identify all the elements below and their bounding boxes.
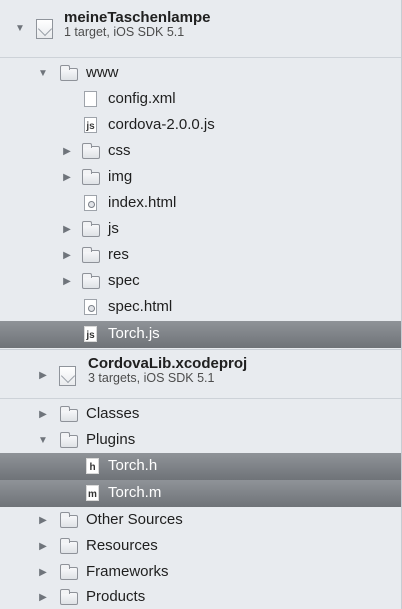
- group-label: Frameworks: [86, 563, 169, 580]
- project-subtitle: 3 targets, iOS SDK 5.1: [88, 370, 215, 385]
- tree-item-config-xml[interactable]: config.xml: [0, 86, 401, 112]
- tree-item-css[interactable]: ▶ css: [0, 138, 401, 164]
- disclosure-open-icon[interactable]: ▼: [37, 434, 49, 446]
- tree-item-label: Torch.js: [108, 325, 160, 342]
- html-file-icon: [84, 299, 97, 315]
- disclosure-closed-icon[interactable]: ▶: [61, 249, 73, 261]
- separator: [0, 349, 401, 350]
- folder-icon: [60, 406, 78, 422]
- tree-item-label: index.html: [108, 194, 177, 211]
- disclosure-open-icon[interactable]: ▼: [14, 22, 26, 34]
- group-label: Other Sources: [86, 511, 183, 528]
- group-label: Products: [86, 588, 146, 605]
- disclosure-closed-icon[interactable]: ▶: [61, 145, 73, 157]
- objc-file-icon: m: [86, 485, 99, 501]
- tree-item-www[interactable]: ▼ www: [0, 60, 401, 86]
- header-file-icon: h: [86, 458, 99, 474]
- group-resources[interactable]: ▶ Resources: [0, 533, 401, 559]
- folder-icon: [60, 589, 78, 605]
- folder-icon: [82, 169, 100, 185]
- group-products[interactable]: ▶ Products: [0, 585, 401, 609]
- tree-item-label: res: [108, 246, 129, 263]
- disclosure-closed-icon[interactable]: ▶: [37, 369, 49, 381]
- js-file-icon: js: [84, 117, 97, 133]
- folder-icon: [82, 143, 100, 159]
- tree-item-label: spec: [108, 272, 140, 289]
- disclosure-closed-icon[interactable]: ▶: [37, 408, 49, 420]
- group-frameworks[interactable]: ▶ Frameworks: [0, 559, 401, 585]
- disclosure-closed-icon[interactable]: ▶: [37, 566, 49, 578]
- tree-item-torch-js[interactable]: js Torch.js: [0, 321, 401, 348]
- project-titles: meineTaschenlampe 1 target, iOS SDK 5.1: [64, 10, 210, 39]
- file-icon: [84, 91, 97, 107]
- tree-item-label: cordova-2.0.0.js: [108, 116, 215, 133]
- group-plugins[interactable]: ▼ Plugins: [0, 427, 401, 453]
- project-title: CordovaLib.xcodeproj: [88, 355, 248, 372]
- tree-item-cordova-js[interactable]: js cordova-2.0.0.js: [0, 112, 401, 138]
- project-row-cordovalib[interactable]: ▶ CordovaLib.xcodeproj 3 targets, iOS SD…: [0, 351, 401, 399]
- folder-icon: [60, 538, 78, 554]
- tree-item-label: Torch.m: [108, 484, 162, 501]
- folder-icon: [60, 512, 78, 528]
- disclosure-closed-icon[interactable]: ▶: [37, 540, 49, 552]
- disclosure-closed-icon[interactable]: ▶: [61, 171, 73, 183]
- disclosure-closed-icon[interactable]: ▶: [37, 514, 49, 526]
- disclosure-closed-icon[interactable]: ▶: [37, 591, 49, 603]
- tree-item-torch-h[interactable]: h Torch.h: [0, 453, 401, 480]
- tree-item-js[interactable]: ▶ js: [0, 216, 401, 242]
- js-file-icon: js: [84, 326, 97, 342]
- disclosure-open-icon[interactable]: ▼: [37, 67, 49, 79]
- project-titles: CordovaLib.xcodeproj 3 targets, iOS SDK …: [88, 356, 247, 385]
- tree-item-spec[interactable]: ▶ spec: [0, 268, 401, 294]
- tree-item-res[interactable]: ▶ res: [0, 242, 401, 268]
- disclosure-closed-icon[interactable]: ▶: [61, 275, 73, 287]
- tree-item-torch-m[interactable]: m Torch.m: [0, 480, 401, 507]
- tree-item-spec-html[interactable]: spec.html: [0, 294, 401, 320]
- html-file-icon: [84, 195, 97, 211]
- tree-item-img[interactable]: ▶ img: [0, 164, 401, 190]
- project-title: meineTaschenlampe: [64, 9, 211, 26]
- project-row-main[interactable]: ▼ meineTaschenlampe 1 target, iOS SDK 5.…: [0, 0, 401, 58]
- tree-item-label: js: [108, 220, 119, 237]
- folder-icon: [60, 432, 78, 448]
- folder-icon: [82, 247, 100, 263]
- tree-item-label: spec.html: [108, 298, 173, 315]
- group-label: Resources: [86, 537, 158, 554]
- group-other-sources[interactable]: ▶ Other Sources: [0, 507, 401, 533]
- group-classes[interactable]: ▶ Classes: [0, 401, 401, 427]
- tree-item-label: www: [86, 64, 119, 81]
- xcode-project-icon: [59, 366, 76, 386]
- group-label: Plugins: [86, 431, 136, 448]
- group-label: Classes: [86, 405, 140, 422]
- tree-item-index-html[interactable]: index.html: [0, 190, 401, 216]
- tree-item-label: config.xml: [108, 90, 176, 107]
- project-navigator: ▼ meineTaschenlampe 1 target, iOS SDK 5.…: [0, 0, 402, 609]
- folder-icon: [82, 273, 100, 289]
- disclosure-closed-icon[interactable]: ▶: [61, 223, 73, 235]
- project-subtitle: 1 target, iOS SDK 5.1: [64, 24, 185, 39]
- tree-item-label: css: [108, 142, 131, 159]
- xcode-project-icon: [36, 19, 53, 39]
- folder-icon: [82, 221, 100, 237]
- folder-icon: [60, 65, 78, 81]
- tree-item-label: Torch.h: [108, 457, 158, 474]
- folder-icon: [60, 564, 78, 580]
- tree-item-label: img: [108, 168, 133, 185]
